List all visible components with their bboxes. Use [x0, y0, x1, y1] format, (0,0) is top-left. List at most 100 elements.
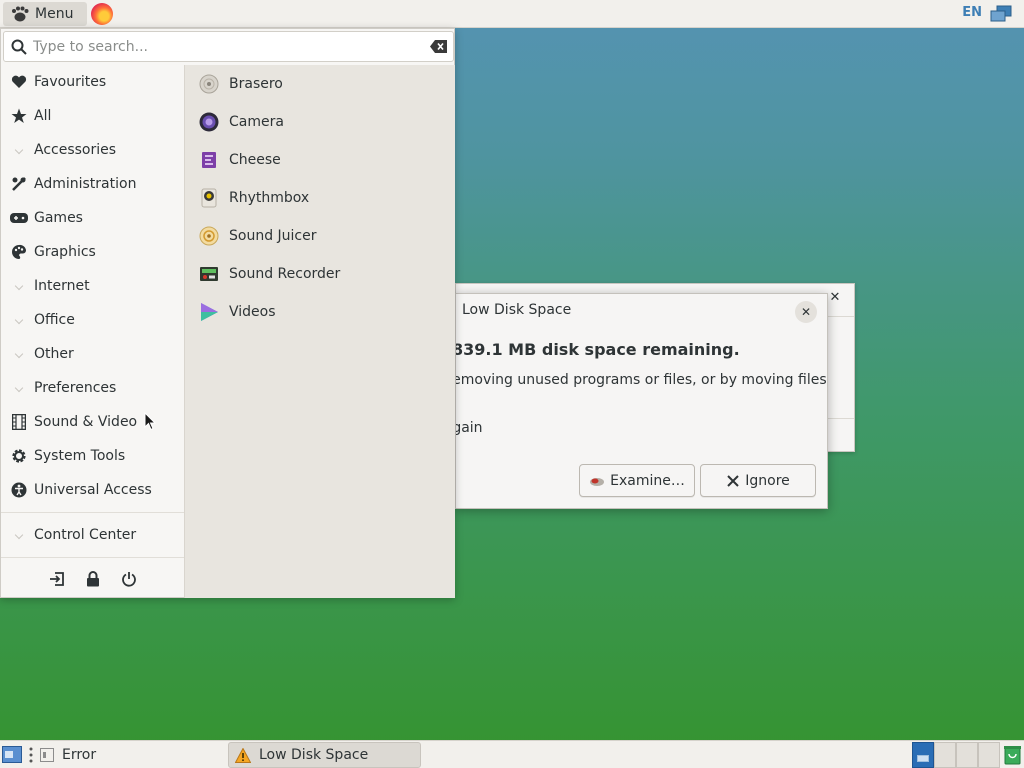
- category-office[interactable]: Office: [1, 303, 184, 337]
- category-label: Games: [34, 210, 83, 226]
- dialog-headline: y 839.1 MB disk space remaining.: [455, 340, 740, 359]
- search-box[interactable]: [3, 31, 454, 62]
- error-window-icon: [40, 748, 54, 762]
- low-disk-space-dialog: Low Disk Space ✕ y 839.1 MB disk space r…: [455, 293, 828, 509]
- placeholder-icon: [10, 526, 28, 544]
- show-desktop-icon[interactable]: [2, 746, 22, 763]
- app-rhythmbox[interactable]: Rhythmbox: [185, 179, 455, 217]
- app-brasero[interactable]: Brasero: [185, 65, 455, 103]
- category-system-tools[interactable]: System Tools: [1, 439, 184, 473]
- category-label: Internet: [34, 278, 90, 294]
- category-accessories[interactable]: Accessories: [1, 133, 184, 167]
- app-label: Videos: [229, 304, 276, 320]
- dialog-body-text: y removing unused programs or files, or …: [455, 372, 827, 388]
- search-input[interactable]: [33, 38, 413, 55]
- examine-label: Examine…: [610, 472, 685, 489]
- star-icon: [10, 107, 28, 125]
- app-sound-juicer[interactable]: Sound Juicer: [185, 217, 455, 255]
- accessibility-icon: [10, 481, 28, 499]
- category-label: Graphics: [34, 244, 96, 260]
- network-icon[interactable]: [990, 5, 1014, 23]
- close-icon: [727, 474, 739, 487]
- lock-icon[interactable]: [84, 570, 102, 588]
- app-label: Sound Juicer: [229, 228, 317, 244]
- logout-icon[interactable]: [48, 570, 66, 588]
- menu-button[interactable]: Menu: [3, 2, 87, 26]
- camera-icon: [199, 112, 219, 132]
- category-label: All: [34, 108, 52, 124]
- application-list: Brasero Camera Cheese Rhythmbox Sound Ju…: [184, 65, 455, 598]
- category-favourites[interactable]: Favourites: [1, 65, 184, 99]
- category-label: Office: [34, 312, 75, 328]
- app-cheese[interactable]: Cheese: [185, 141, 455, 179]
- category-graphics[interactable]: Graphics: [1, 235, 184, 269]
- control-center-item[interactable]: Control Center: [1, 518, 184, 552]
- taskbar-item-error[interactable]: Error: [34, 742, 224, 768]
- tools-icon: [10, 175, 28, 193]
- clear-search-icon[interactable]: [430, 40, 447, 53]
- brasero-icon: [199, 74, 219, 94]
- category-list: Favourites All Accessories Administratio…: [1, 65, 184, 507]
- power-icon[interactable]: [120, 570, 138, 588]
- bottom-panel: Error Low Disk Space: [0, 740, 1024, 768]
- trash-icon[interactable]: [1004, 745, 1021, 765]
- category-label: Preferences: [34, 380, 117, 396]
- videos-icon: [199, 302, 219, 322]
- ignore-button[interactable]: Ignore: [700, 464, 816, 497]
- app-label: Brasero: [229, 76, 283, 92]
- workspace-4[interactable]: [978, 742, 1000, 768]
- placeholder-icon: [10, 379, 28, 397]
- keyboard-language-indicator[interactable]: EN: [962, 5, 982, 20]
- placeholder-icon: [10, 277, 28, 295]
- mate-foot-icon: [12, 6, 29, 22]
- dialog-title: Low Disk Space: [462, 302, 572, 318]
- film-icon: [10, 413, 28, 431]
- category-label: Other: [34, 346, 74, 362]
- category-administration[interactable]: Administration: [1, 167, 184, 201]
- control-center-label: Control Center: [34, 527, 137, 543]
- category-other[interactable]: Other: [1, 337, 184, 371]
- app-videos[interactable]: Videos: [185, 293, 455, 331]
- category-label: Universal Access: [34, 482, 152, 498]
- category-all[interactable]: All: [1, 99, 184, 133]
- palette-icon: [10, 243, 28, 261]
- category-label: System Tools: [34, 448, 126, 464]
- taskbar-item-low-disk-space[interactable]: Low Disk Space: [228, 742, 421, 768]
- category-universal-access[interactable]: Universal Access: [1, 473, 184, 507]
- category-sound-video[interactable]: Sound & Video: [1, 405, 184, 439]
- app-camera[interactable]: Camera: [185, 103, 455, 141]
- task-label: Error: [62, 747, 97, 763]
- sound-recorder-icon: [199, 264, 219, 284]
- session-buttons: [1, 559, 184, 599]
- workspace-1[interactable]: [912, 742, 934, 768]
- dont-show-again-checkbox-label[interactable]: s again: [456, 420, 483, 436]
- sound-juicer-icon: [199, 226, 219, 246]
- placeholder-icon: [10, 345, 28, 363]
- placeholder-icon: [10, 141, 28, 159]
- search-icon: [11, 39, 27, 55]
- cheese-icon: [199, 150, 219, 170]
- category-label: Sound & Video: [34, 414, 138, 430]
- rhythmbox-icon: [199, 188, 219, 208]
- close-icon[interactable]: ✕: [827, 290, 843, 306]
- task-label: Low Disk Space: [259, 747, 369, 763]
- workspace-2[interactable]: [934, 742, 956, 768]
- workspace-3[interactable]: [956, 742, 978, 768]
- panel-handle-icon[interactable]: [29, 747, 33, 763]
- category-internet[interactable]: Internet: [1, 269, 184, 303]
- examine-button[interactable]: Examine…: [579, 464, 695, 497]
- ignore-label: Ignore: [745, 472, 790, 489]
- divider: [1, 512, 184, 513]
- dialog-close-button[interactable]: ✕: [795, 301, 817, 323]
- disk-usage-icon: [590, 477, 605, 486]
- app-label: Camera: [229, 114, 284, 130]
- app-label: Sound Recorder: [229, 266, 341, 282]
- category-label: Accessories: [34, 142, 117, 158]
- heart-icon: [10, 73, 28, 91]
- app-sound-recorder[interactable]: Sound Recorder: [185, 255, 455, 293]
- firefox-launcher-icon[interactable]: [91, 3, 113, 25]
- mouse-pointer-icon: [144, 412, 156, 431]
- category-preferences[interactable]: Preferences: [1, 371, 184, 405]
- applications-menu: Favourites All Accessories Administratio…: [0, 28, 455, 598]
- category-games[interactable]: Games: [1, 201, 184, 235]
